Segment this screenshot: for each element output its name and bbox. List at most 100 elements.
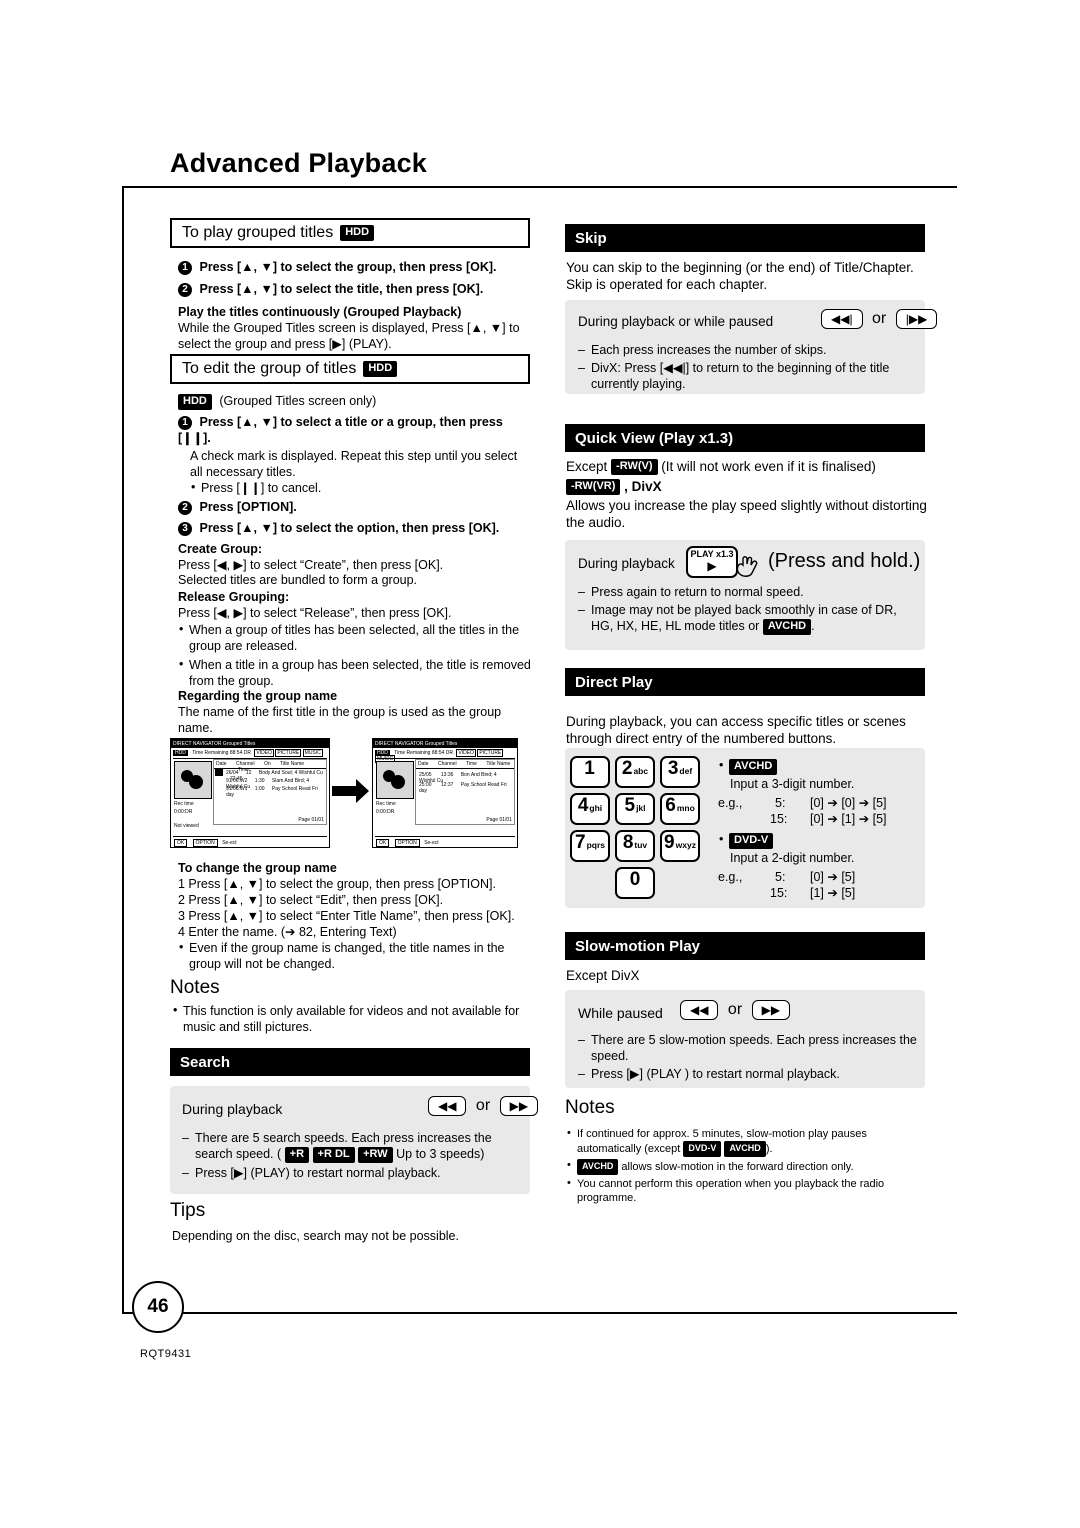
- fig2-row2-title: Pay School Read Fri day: [419, 782, 507, 794]
- section2-step1-bullet-text: Press [❙❙] to cancel.: [190, 479, 530, 496]
- skip-next-key-icon[interactable]: |▶▶: [895, 309, 938, 329]
- fig-col-titlename: Title Name: [280, 761, 305, 767]
- footer-rule: [122, 1312, 957, 1314]
- key-5-number: 5: [624, 795, 636, 816]
- fig-size: 0:00:DR: [174, 809, 193, 815]
- search-bullet-1b: search speed. (: [195, 1147, 282, 1161]
- fig-page-label: Page 01/01: [298, 817, 324, 823]
- quickview-except-post: (It will not work even if it is finalise…: [661, 459, 876, 474]
- hdd-tag-3: HDD: [178, 393, 212, 410]
- section1-step2-text: Press [▲, ▼] to select the title, then p…: [199, 282, 484, 296]
- key-5[interactable]: 5 jkl: [615, 793, 655, 825]
- slowmotion-bullet-1: There are 5 slow-motion speeds. Each pre…: [578, 1032, 918, 1064]
- change-group-bullet: Even if the group name is changed, the t…: [178, 939, 533, 973]
- regarding-group-name-body: The name of the first title in the group…: [178, 705, 502, 735]
- step-number-3: 3: [178, 521, 192, 536]
- section2-step2: 2 Press [OPTION].: [178, 499, 530, 515]
- search-bullet-1c: Up to 3 speeds): [396, 1147, 485, 1161]
- search-or-label: or: [475, 1097, 491, 1115]
- fig2-key-option: OPTION: [394, 839, 420, 847]
- change-group-name-heading: To change the group name: [178, 861, 337, 875]
- left-note-1: This function is only available for vide…: [172, 1002, 532, 1035]
- fig-tag-video: VIDEO: [254, 749, 274, 757]
- rewind-key-icon[interactable]: ◀◀: [428, 1096, 467, 1116]
- right-notes-heading: Notes: [565, 1097, 615, 1118]
- screenshot-before: DIRECT NAVIGATOR Grouped Titles HDD Time…: [170, 738, 330, 848]
- fig-tag-picture: PICTURE: [275, 749, 302, 757]
- key-9[interactable]: 9 wxyz: [660, 830, 700, 862]
- hdd-tag-2: HDD: [363, 361, 398, 377]
- fig-col-on: On: [263, 761, 271, 767]
- page-number: 46: [132, 1281, 184, 1333]
- create-group-body2: Selected titles are bundled to form a gr…: [178, 573, 418, 587]
- fig2-key-ok: OK: [376, 839, 390, 847]
- skip-previous-key-icon[interactable]: ◀◀|: [821, 309, 863, 329]
- key-4-number: 4: [577, 795, 589, 816]
- fig-row2-ch: 1:30: [254, 778, 265, 784]
- section1-step1-text: Press [▲, ▼] to select the group, then p…: [199, 260, 497, 274]
- quick-view-key-label: PLAY x1.3: [690, 549, 734, 559]
- press-and-hold-label: (Press and hold.): [768, 550, 921, 572]
- key-8[interactable]: 8 tuv: [615, 830, 655, 862]
- key-1[interactable]: 1: [570, 756, 610, 788]
- tag-avchd-4: AVCHD: [577, 1159, 619, 1175]
- slowmotion-except-text: Except DivX: [566, 968, 640, 983]
- section2-note-text: (Grouped Titles screen only): [219, 394, 377, 408]
- key-2-sub: abc: [633, 766, 649, 776]
- search-keys: ◀◀ or ▶▶: [428, 1096, 539, 1116]
- search-bullets: There are 5 search speeds. Each press in…: [182, 1130, 522, 1182]
- key-6-sub: mno: [676, 803, 695, 813]
- section2-step1-text: Press [▲, ▼] to select a title or a grou…: [178, 415, 503, 445]
- left-notes-list: This function is only available for vide…: [172, 1002, 532, 1036]
- release-grouping-bullets: When a group of titles has been selected…: [178, 621, 536, 690]
- create-group-heading: Create Group:: [178, 542, 263, 556]
- fig2-col-date: Date: [418, 761, 429, 767]
- key-7[interactable]: 7 pqrs: [570, 830, 610, 862]
- fig2-row2-time: 12:37: [440, 782, 454, 788]
- key-7-number: 7: [575, 832, 586, 853]
- step-number-2b: 2: [178, 500, 192, 515]
- slow-forward-key-icon[interactable]: ▶▶: [751, 1000, 791, 1020]
- quick-view-key-icon[interactable]: PLAY x1.3 ▶: [686, 546, 738, 578]
- step-number-1: 1: [178, 260, 192, 275]
- right-note-1b: ).: [765, 1142, 773, 1155]
- dvdv-row1-label: 5:: [775, 870, 786, 884]
- left-notes-heading: Notes: [170, 977, 220, 998]
- hand-press-icon: [736, 556, 758, 577]
- right-note-2-text: allows slow-motion in the forward direct…: [621, 1160, 854, 1173]
- fig-key-select: Se-ect: [222, 840, 237, 846]
- key-0[interactable]: 0: [615, 867, 655, 899]
- key-3[interactable]: 3 def: [660, 756, 700, 788]
- change-step-3: 3 Press [▲, ▼] to select “Enter Title Na…: [178, 909, 515, 923]
- fig-rec-time: Rec time: [174, 801, 194, 807]
- regarding-group-name-heading: Regarding the group name: [178, 689, 338, 703]
- numeric-keypad: 1 2 abc 3 def 4 ghi 5 jkl 6 mno 7 pqrs 8 tuv 9w…: [570, 756, 710, 901]
- fastforward-key-icon[interactable]: ▶▶: [499, 1096, 539, 1116]
- search-during-label: During playback: [182, 1101, 283, 1117]
- section2-step1-bullet: Press [❙❙] to cancel.: [190, 479, 530, 497]
- heading-quick-view: Quick View (Play x1.3): [565, 424, 925, 452]
- skip-or-label: or: [872, 310, 887, 328]
- heading-direct-play: Direct Play: [565, 668, 925, 696]
- key-2[interactable]: 2 abc: [615, 756, 655, 788]
- fig-not-viewed: Not viewed: [174, 823, 199, 829]
- key-5-sub: jkl: [636, 803, 646, 813]
- slow-rewind-key-icon[interactable]: ◀◀: [680, 1000, 719, 1020]
- quickview-during-label: During playback: [578, 556, 675, 571]
- dvdv-row1-value: [0] ➔ [5]: [810, 870, 856, 884]
- key-6[interactable]: 6 mno: [660, 793, 700, 825]
- section2-note: HDD (Grouped Titles screen only): [178, 393, 538, 410]
- key-4[interactable]: 4 ghi: [570, 793, 610, 825]
- skip-body: You can skip to the beginning (or the en…: [566, 260, 914, 292]
- create-group-body1: Press [◀, ▶] to select “Create”, then pr…: [178, 558, 444, 572]
- section1-subbody: While the Grouped Titles screen is displ…: [178, 321, 520, 351]
- fig-row3-ch: 1:00: [254, 786, 265, 792]
- fig2-col-channel: Channel: [437, 761, 457, 767]
- fig2-col-titlename: Title Name: [486, 761, 511, 767]
- screenshot-after: DIRECT NAVIGATOR Grouped Titles HDD Time…: [372, 738, 518, 848]
- section2-step1-body: A check mark is displayed. Repeat this s…: [190, 449, 518, 479]
- manual-page: Advanced Playback To play grouped titles…: [0, 0, 1080, 1528]
- section2-step3-text: Press [▲, ▼] to select the option, then …: [199, 521, 500, 535]
- avchd-line: Input a 3-digit number.: [730, 777, 855, 791]
- key-4-sub: ghi: [589, 803, 603, 813]
